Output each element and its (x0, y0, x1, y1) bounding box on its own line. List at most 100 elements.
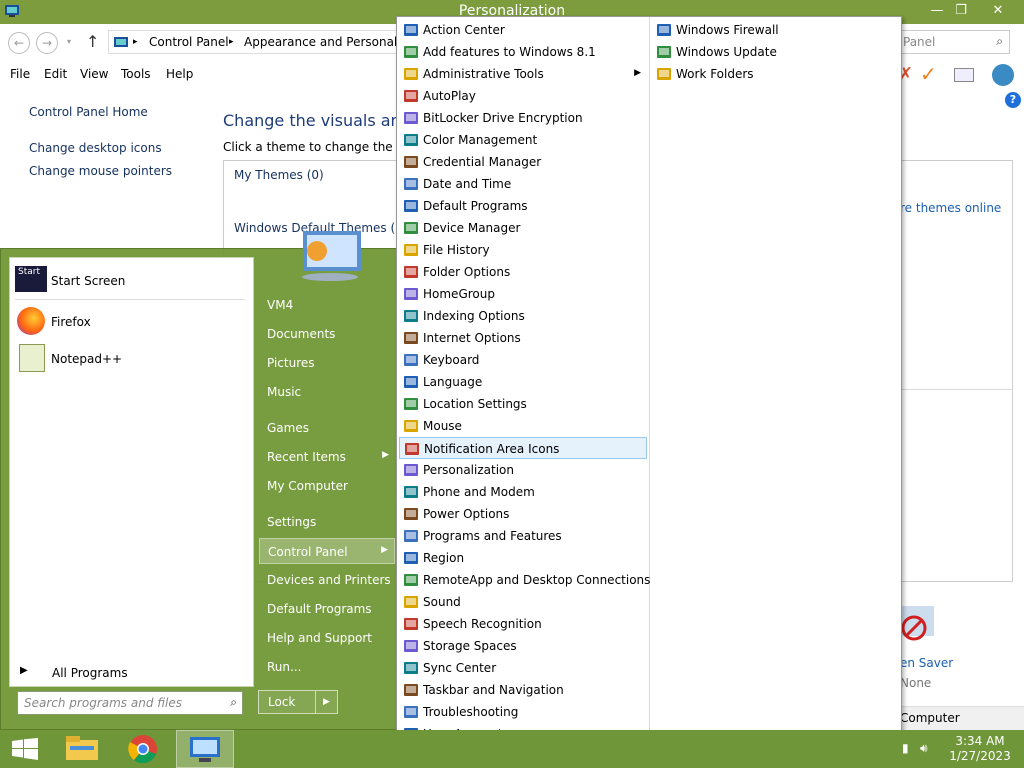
chevron-right-icon: ▶ (20, 665, 28, 676)
control-panel-item[interactable]: Keyboard (399, 349, 647, 371)
control-panel-item[interactable]: Device Manager (399, 217, 647, 239)
control-panel-item[interactable]: Administrative Tools ▶ (399, 63, 647, 85)
control-panel-item[interactable]: Mouse (399, 415, 647, 437)
chevron-right-icon[interactable]: ▶ (315, 691, 337, 713)
control-panel-item[interactable]: Color Management (399, 129, 647, 151)
back-button[interactable]: ← (8, 32, 30, 54)
control-panel-item[interactable]: Sound (399, 591, 647, 613)
program-firefox[interactable]: Firefox (15, 305, 249, 337)
start-item-pictures[interactable]: Pictures (259, 350, 395, 376)
control-panel-item[interactable]: Notification Area Icons (399, 437, 647, 459)
control-panel-item[interactable]: Personalization (399, 459, 647, 481)
control-panel-home-link[interactable]: Control Panel Home (29, 105, 148, 119)
chrome-button[interactable] (116, 730, 174, 768)
control-panel-item[interactable]: File History (399, 239, 647, 261)
my-themes-group[interactable]: My Themes (0) (234, 168, 324, 182)
start-item-games[interactable]: Games (259, 415, 395, 441)
globe-icon[interactable] (992, 64, 1014, 86)
control-panel-item[interactable]: Region (399, 547, 647, 569)
screen-saver-label[interactable]: en Saver (900, 656, 953, 670)
file-explorer-button[interactable] (54, 730, 112, 768)
internet-icon (404, 332, 418, 344)
change-desktop-icons-link[interactable]: Change desktop icons (29, 141, 162, 155)
control-panel-item[interactable]: Add features to Windows 8.1 (399, 41, 647, 63)
control-panel-item[interactable]: BitLocker Drive Encryption (399, 107, 647, 129)
all-programs-button[interactable]: ▶ All Programs (20, 662, 250, 684)
control-panel-item[interactable]: Windows Update (652, 41, 900, 63)
start-button[interactable] (0, 730, 58, 768)
remoteapp-icon (404, 574, 418, 586)
start-item-recent-items[interactable]: Recent Items ▶ (259, 444, 395, 470)
menu-file[interactable]: File (10, 67, 30, 81)
program-start-screen[interactable]: Start Start Screen (15, 264, 249, 296)
window-search-input[interactable]: Panel ⌕ (896, 30, 1010, 54)
control-panel-item[interactable]: Sync Center (399, 657, 647, 679)
control-panel-item[interactable]: RemoteApp and Desktop Connections (399, 569, 650, 591)
get-more-themes-link[interactable]: re themes online (900, 201, 1001, 215)
control-panel-item[interactable]: Phone and Modem (399, 481, 647, 503)
divider (900, 389, 1012, 390)
control-panel-item[interactable]: Windows Firewall (652, 19, 900, 41)
start-item-default-programs[interactable]: Default Programs (259, 596, 395, 622)
menu-view[interactable]: View (80, 67, 108, 81)
start-item-run[interactable]: Run... (259, 654, 395, 680)
item-label: Keyboard (423, 353, 480, 367)
start-search-input[interactable]: Search programs and files ⌕ (17, 691, 243, 715)
item-label: Indexing Options (423, 309, 525, 323)
close-button[interactable]: ✕ (978, 1, 1018, 21)
control-panel-item[interactable]: Location Settings (399, 393, 647, 415)
item-label: File History (423, 243, 490, 257)
recent-pages-button[interactable]: ▾ (64, 32, 74, 54)
menu-help[interactable]: Help (166, 67, 193, 81)
control-panel-item[interactable]: Programs and Features (399, 525, 647, 547)
control-panel-item[interactable]: Power Options (399, 503, 647, 525)
menu-edit[interactable]: Edit (44, 67, 67, 81)
screen-saver-icon[interactable] (898, 604, 938, 648)
control-panel-item[interactable]: HomeGroup (399, 283, 647, 305)
checkmark-icon[interactable]: ✓ (920, 62, 937, 86)
control-panel-item[interactable]: Internet Options (399, 327, 647, 349)
control-panel-item[interactable]: Troubleshooting (399, 701, 647, 723)
minimize-button[interactable]: — (926, 1, 948, 21)
control-panel-taskbar-button[interactable] (176, 730, 234, 768)
control-panel-item[interactable]: AutoPlay (399, 85, 647, 107)
control-panel-item[interactable]: Work Folders (652, 63, 900, 85)
status-bar: Computer (894, 706, 1024, 730)
system-clock[interactable]: 3:34 AM 1/27/2023 (940, 734, 1020, 764)
control-panel-item[interactable]: Speech Recognition (399, 613, 647, 635)
program-notepadpp[interactable]: Notepad++ (15, 342, 249, 374)
start-item-devices-printers[interactable]: Devices and Printers (259, 567, 395, 593)
control-panel-item[interactable]: Taskbar and Navigation (399, 679, 647, 701)
start-item-vm4[interactable]: VM4 (259, 292, 395, 318)
control-panel-item[interactable]: Indexing Options (399, 305, 647, 327)
network-icon[interactable]: ▮ (902, 741, 909, 755)
control-panel-item[interactable]: Language (399, 371, 647, 393)
start-item-settings[interactable]: Settings (259, 509, 395, 535)
start-item-documents[interactable]: Documents (259, 321, 395, 347)
item-label: Language (423, 375, 483, 389)
breadcrumb-control-panel[interactable]: Control Panel (149, 35, 229, 49)
menu-tools[interactable]: Tools (121, 67, 151, 81)
address-bar[interactable]: ▸ Control Panel ▸ Appearance and Persona… (108, 30, 422, 54)
item-label: Credential Manager (423, 155, 542, 169)
change-mouse-pointers-link[interactable]: Change mouse pointers (29, 164, 172, 178)
window-icon[interactable] (954, 68, 974, 82)
control-panel-item[interactable]: Folder Options (399, 261, 647, 283)
control-panel-item[interactable]: Action Center (399, 19, 647, 41)
start-menu: Start Start Screen Firefox Notepad++ ▶ A… (0, 231, 398, 730)
control-panel-item[interactable]: Default Programs (399, 195, 647, 217)
help-icon[interactable]: ? (1005, 92, 1021, 108)
program-label: Firefox (51, 315, 91, 329)
lock-button[interactable]: Lock ▶ (258, 690, 338, 714)
up-arrow-icon[interactable]: ↑ (86, 32, 99, 51)
volume-icon[interactable]: 🔊︎ (920, 741, 928, 756)
start-item-music[interactable]: Music (259, 379, 395, 405)
start-item-control-panel[interactable]: Control Panel ▶ (259, 538, 395, 564)
maximize-button[interactable]: ❐ (950, 1, 972, 21)
control-panel-item[interactable]: Storage Spaces (399, 635, 647, 657)
start-item-help-support[interactable]: Help and Support (259, 625, 395, 651)
forward-button[interactable]: → (36, 32, 58, 54)
control-panel-item[interactable]: Credential Manager (399, 151, 647, 173)
start-item-my-computer[interactable]: My Computer (259, 473, 395, 499)
control-panel-item[interactable]: Date and Time (399, 173, 647, 195)
